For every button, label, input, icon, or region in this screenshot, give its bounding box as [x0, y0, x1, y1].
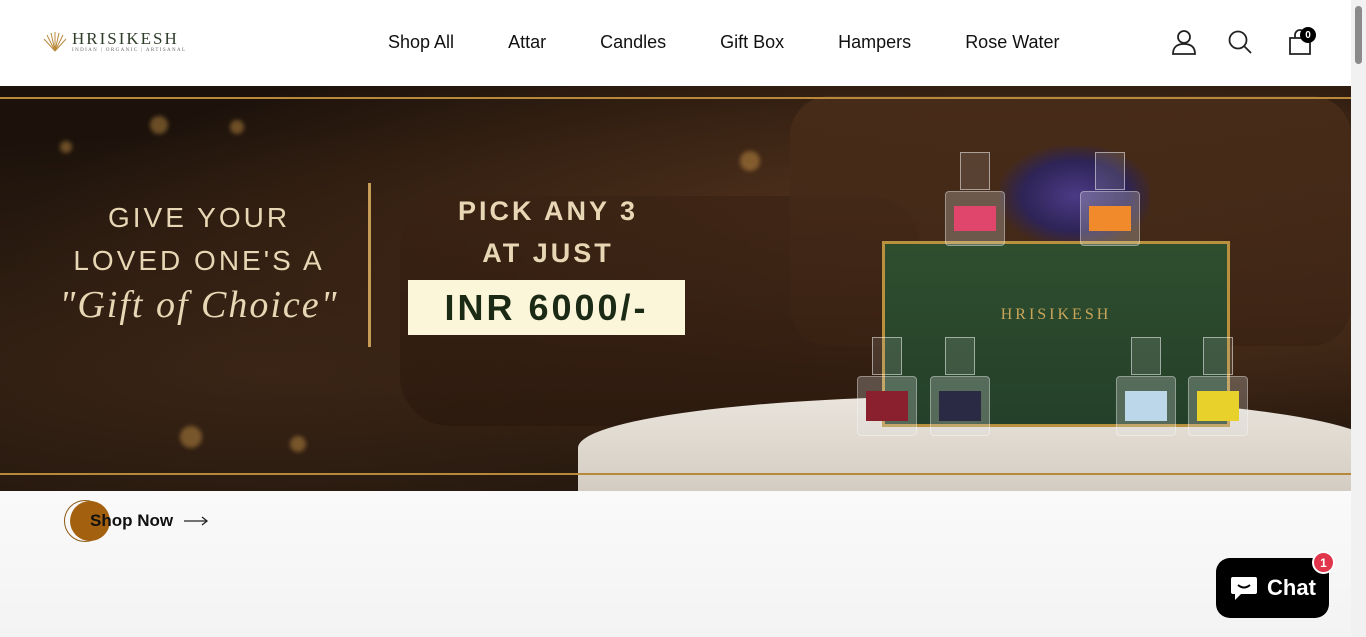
- site-header: HRISIKESH INDIAN | ORGANIC | ARTISANAL S…: [0, 0, 1351, 86]
- user-icon: [1172, 30, 1196, 55]
- chat-bubble-icon: [1231, 577, 1258, 600]
- search-button[interactable]: [1224, 26, 1256, 58]
- attar-bottle: [1188, 337, 1248, 436]
- attar-bottle: [857, 337, 917, 436]
- shop-now-label: Shop Now: [90, 511, 174, 530]
- brand-name: HRISIKESH: [72, 29, 179, 48]
- nav-item-shop-all[interactable]: Shop All: [388, 32, 454, 53]
- chat-unread-badge: 1: [1312, 551, 1335, 574]
- hero-gold-line: [0, 97, 1351, 99]
- hero-line-3: "Gift of Choice": [59, 284, 339, 326]
- nav-item-rose-water[interactable]: Rose Water: [965, 32, 1059, 53]
- bokeh-light: [740, 151, 760, 171]
- nav-item-gift-box[interactable]: Gift Box: [720, 32, 784, 53]
- brand-tagline: INDIAN | ORGANIC | ARTISANAL: [72, 48, 187, 53]
- attar-bottle: [930, 337, 990, 436]
- nav-item-candles[interactable]: Candles: [600, 32, 666, 53]
- hero-offer: PICK ANY 3 AT JUST INR 6000/-: [408, 190, 688, 335]
- bokeh-light: [290, 436, 306, 452]
- brand-logo[interactable]: HRISIKESH INDIAN | ORGANIC | ARTISANAL: [42, 28, 192, 56]
- cart-count-badge: 0: [1300, 27, 1316, 43]
- header-actions: 0: [1168, 26, 1316, 58]
- bokeh-light: [180, 426, 202, 448]
- account-button[interactable]: [1168, 26, 1200, 58]
- hero-line-1: GIVE YOUR: [107, 202, 291, 233]
- attar-bottle: [945, 152, 1005, 246]
- shop-now-button[interactable]: Shop Now: [64, 500, 209, 542]
- arrow-right-icon: [184, 516, 209, 526]
- offer-line-1: PICK ANY 3: [457, 196, 639, 226]
- gift-box-brand: HRISIKESH: [1000, 306, 1112, 323]
- search-icon: [1228, 30, 1252, 54]
- main-nav: Shop All Attar Candles Gift Box Hampers …: [388, 30, 1060, 54]
- hero-headline: GIVE YOUR LOVED ONE'S A "Gift of Choice": [54, 196, 344, 328]
- nav-item-hampers[interactable]: Hampers: [838, 32, 911, 53]
- attar-bottle: [1116, 337, 1176, 436]
- offer-price: INR 6000/-: [408, 280, 685, 335]
- hero-line-2: LOVED ONE'S A: [73, 245, 325, 276]
- hero-banner[interactable]: HRISIKESH GIVE YOUR LOVED ONE'S A "Gift …: [0, 86, 1351, 491]
- page-scrollbar[interactable]: [1351, 0, 1366, 637]
- attar-bottle: [1080, 152, 1140, 246]
- cart-button[interactable]: 0: [1284, 26, 1316, 58]
- hero-gold-line: [0, 473, 1351, 475]
- bokeh-light: [60, 141, 72, 153]
- scrollbar-thumb[interactable]: [1355, 6, 1362, 64]
- nav-item-attar[interactable]: Attar: [508, 32, 546, 53]
- bokeh-light: [150, 116, 168, 134]
- chat-label: Chat: [1267, 575, 1316, 600]
- hero-divider: [368, 183, 371, 347]
- logo-fan-icon: [43, 32, 67, 52]
- bokeh-light: [230, 120, 244, 134]
- offer-line-2: AT JUST: [482, 238, 614, 268]
